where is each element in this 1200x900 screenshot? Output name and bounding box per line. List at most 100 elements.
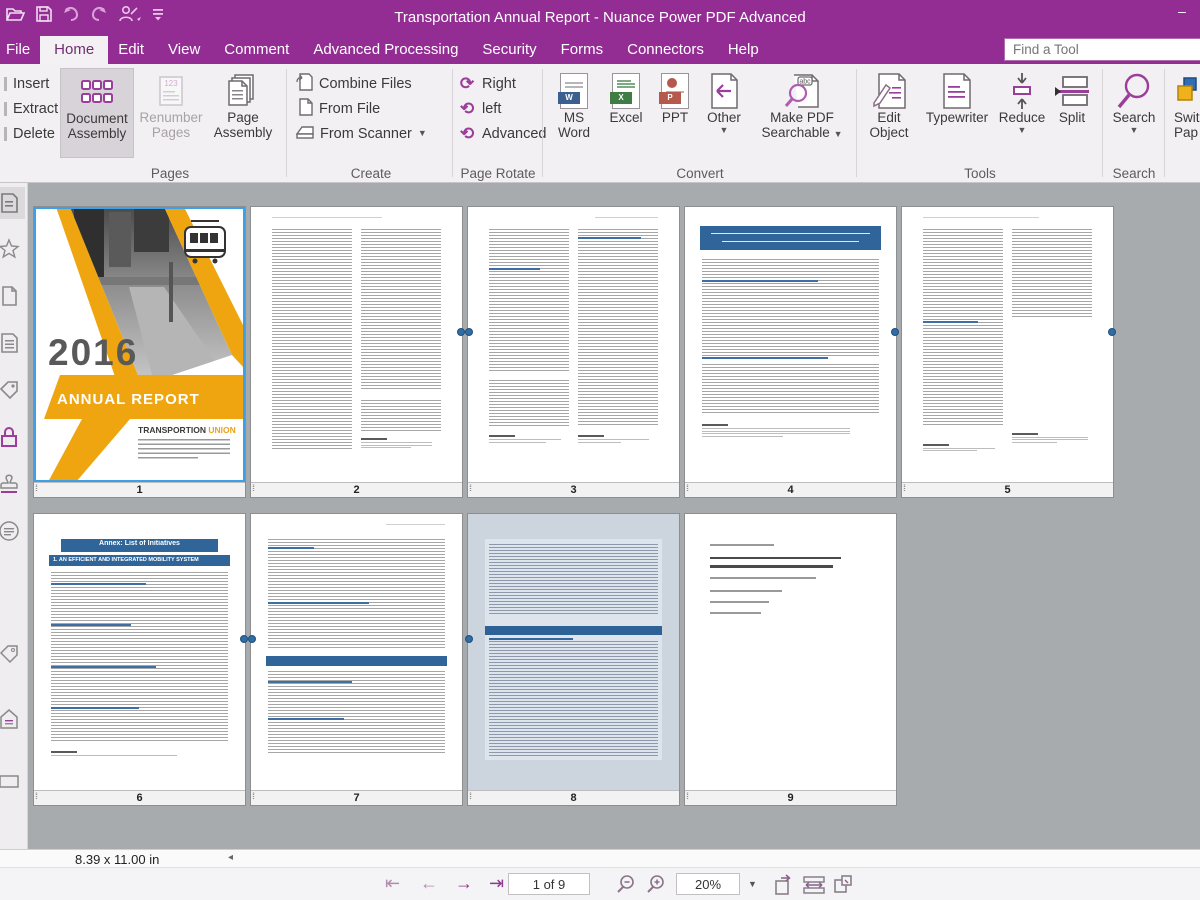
thumbnail-page-2[interactable]: ⁞⁞2 [250,206,463,498]
from-file-button[interactable]: From File [296,96,427,121]
convert-other-icon [709,71,739,111]
make-pdf-searchable-button[interactable]: abc Make PDF Searchable ▼ [754,68,850,158]
next-page-button[interactable]: → [455,873,473,893]
stamps-panel-icon[interactable] [0,468,25,500]
last-page-button[interactable]: ⇥ [489,873,504,893]
drag-grip[interactable]: ⁞⁞ [469,791,470,801]
tab-help[interactable]: Help [714,36,773,64]
new-window-button[interactable] [832,874,854,900]
zoom-level-caret[interactable]: ▼ [748,880,757,889]
drag-grip[interactable]: ⁞⁞ [903,483,904,493]
drag-grip[interactable]: ⁞⁞ [686,483,687,493]
thumbnail-page-4[interactable]: ⁞⁞4 [684,206,897,498]
zoom-out-button[interactable] [616,874,636,899]
tab-comment[interactable]: Comment [210,36,303,64]
document-assembly-button[interactable]: Document Assembly [60,68,134,158]
thumbnail-page-9[interactable]: ⁞⁞9 [684,513,897,806]
thumbnail-page-3[interactable]: ⁞⁞3 [467,206,680,498]
drag-grip[interactable]: ⁞⁞ [469,483,470,493]
from-scanner-dropdown-caret: ▼ [418,129,427,138]
attachments-panel-icon[interactable] [0,280,25,312]
from-scanner-button[interactable]: From Scanner ▼ [296,121,427,146]
insert-icon [4,77,7,91]
delete-button[interactable]: Delete [4,121,58,146]
application-window: Transportation Annual Report - Nuance Po… [0,0,1200,900]
tab-home[interactable]: Home [40,36,108,64]
drag-grip[interactable]: ⁞⁞ [35,791,36,801]
annotation-dot[interactable] [891,328,899,336]
tab-file[interactable]: File [0,36,44,64]
annotation-dot[interactable] [465,635,473,643]
convert-excel-button[interactable]: X Excel [602,68,650,158]
signature-panel-icon[interactable] [0,765,25,797]
renumber-pages-button[interactable]: 123 Renumber Pages [136,68,206,158]
rotate-right-button[interactable]: ⟳Right [458,71,547,96]
zoom-in-button[interactable] [646,874,666,899]
tab-security[interactable]: Security [468,36,550,64]
page-9-preview [685,514,896,790]
rotate-left-icon: ⟲ [458,99,476,119]
comments-panel-icon[interactable] [0,515,25,547]
switch-paperport-button[interactable]: Swit Pap [1174,68,1200,158]
envelope-panel-icon[interactable] [0,703,25,735]
convert-ppt-button[interactable]: P PPT [654,68,696,158]
thumbnail-page-6[interactable]: Annex: List of Initiatives 1. AN EFFICIE… [33,513,246,806]
combine-files-button[interactable]: Combine Files [296,71,427,96]
horizontal-scrollbar[interactable]: 8.39 x 11.00 in ◂ [0,849,1200,867]
drag-grip[interactable]: ⁞⁞ [686,791,687,801]
previous-page-button[interactable]: ← [420,873,438,893]
page-6-preview: Annex: List of Initiatives 1. AN EFFICIE… [34,514,245,790]
pages-panel-icon[interactable] [0,187,25,219]
document-panel-icon[interactable] [0,327,25,359]
drag-grip[interactable]: ⁞⁞ [252,483,253,493]
zoom-level-select[interactable]: 20% [676,873,740,895]
minimize-button[interactable]: – [1174,6,1190,20]
page-size-indicator: 8.39 x 11.00 in [75,852,159,867]
drag-grip[interactable]: ⁞⁞ [252,791,253,801]
page-indicator[interactable]: 1 of 9 [508,873,590,895]
bookmarks-panel-icon[interactable] [0,233,25,265]
split-icon [1055,71,1089,111]
annotation-dot[interactable] [240,635,248,643]
tab-connectors[interactable]: Connectors [613,36,718,64]
annotation-dot[interactable] [457,328,465,336]
reduce-button[interactable]: Reduce ▼ [996,68,1048,158]
find-a-tool-input[interactable] [1004,38,1200,61]
rotate-advanced-button[interactable]: ⟲Advanced [458,121,547,146]
insert-button[interactable]: Insert [4,71,58,96]
first-page-button[interactable]: ⇤ [385,873,400,893]
security-panel-icon[interactable] [0,421,25,453]
annotation-dot[interactable] [1108,328,1116,336]
tab-forms[interactable]: Forms [547,36,618,64]
thumbnail-page-8[interactable]: ⁞⁞8 [467,513,680,806]
reduce-icon [1008,71,1036,111]
thumbnail-page-7[interactable]: ⁞⁞7 [250,513,463,806]
destinations-panel-icon[interactable] [0,638,25,670]
annotation-dot[interactable] [248,635,256,643]
edit-object-button[interactable]: Edit Object [860,68,918,158]
make-pdf-searchable-caret: ▼ [834,129,843,139]
tags-panel-icon[interactable] [0,374,25,406]
fit-width-button[interactable] [802,874,826,900]
tab-advanced-processing[interactable]: Advanced Processing [299,36,472,64]
convert-ms-word-button[interactable]: W MS Word [550,68,598,158]
convert-other-button[interactable]: Other ▼ [698,68,750,158]
rotate-view-button[interactable] [772,874,794,900]
typewriter-button[interactable]: Typewriter [920,68,994,158]
page-8-preview [468,514,679,790]
rotate-left-button[interactable]: ⟲left [458,96,547,121]
tab-edit[interactable]: Edit [104,36,158,64]
annotation-dot[interactable] [465,328,473,336]
extract-button[interactable]: Extract [4,96,58,121]
menubar: File Home Edit View Comment Advanced Pro… [0,36,1200,64]
page-assembly-button[interactable]: Page Assembly [208,68,278,158]
search-button[interactable]: Search ▼ [1106,68,1162,158]
document-assembly-icon [81,72,113,112]
split-button[interactable]: Split [1050,68,1094,158]
scroll-left-arrow[interactable]: ◂ [228,852,233,863]
tab-view[interactable]: View [154,36,214,64]
drag-grip[interactable]: ⁞⁞ [35,483,36,493]
thumbnail-page-1[interactable]: 2016 ANNUAL REPORT TRANSPORTION UNION [33,206,246,498]
group-label-create: Create [292,166,450,181]
thumbnail-page-5[interactable]: ⁞⁞5 [901,206,1114,498]
